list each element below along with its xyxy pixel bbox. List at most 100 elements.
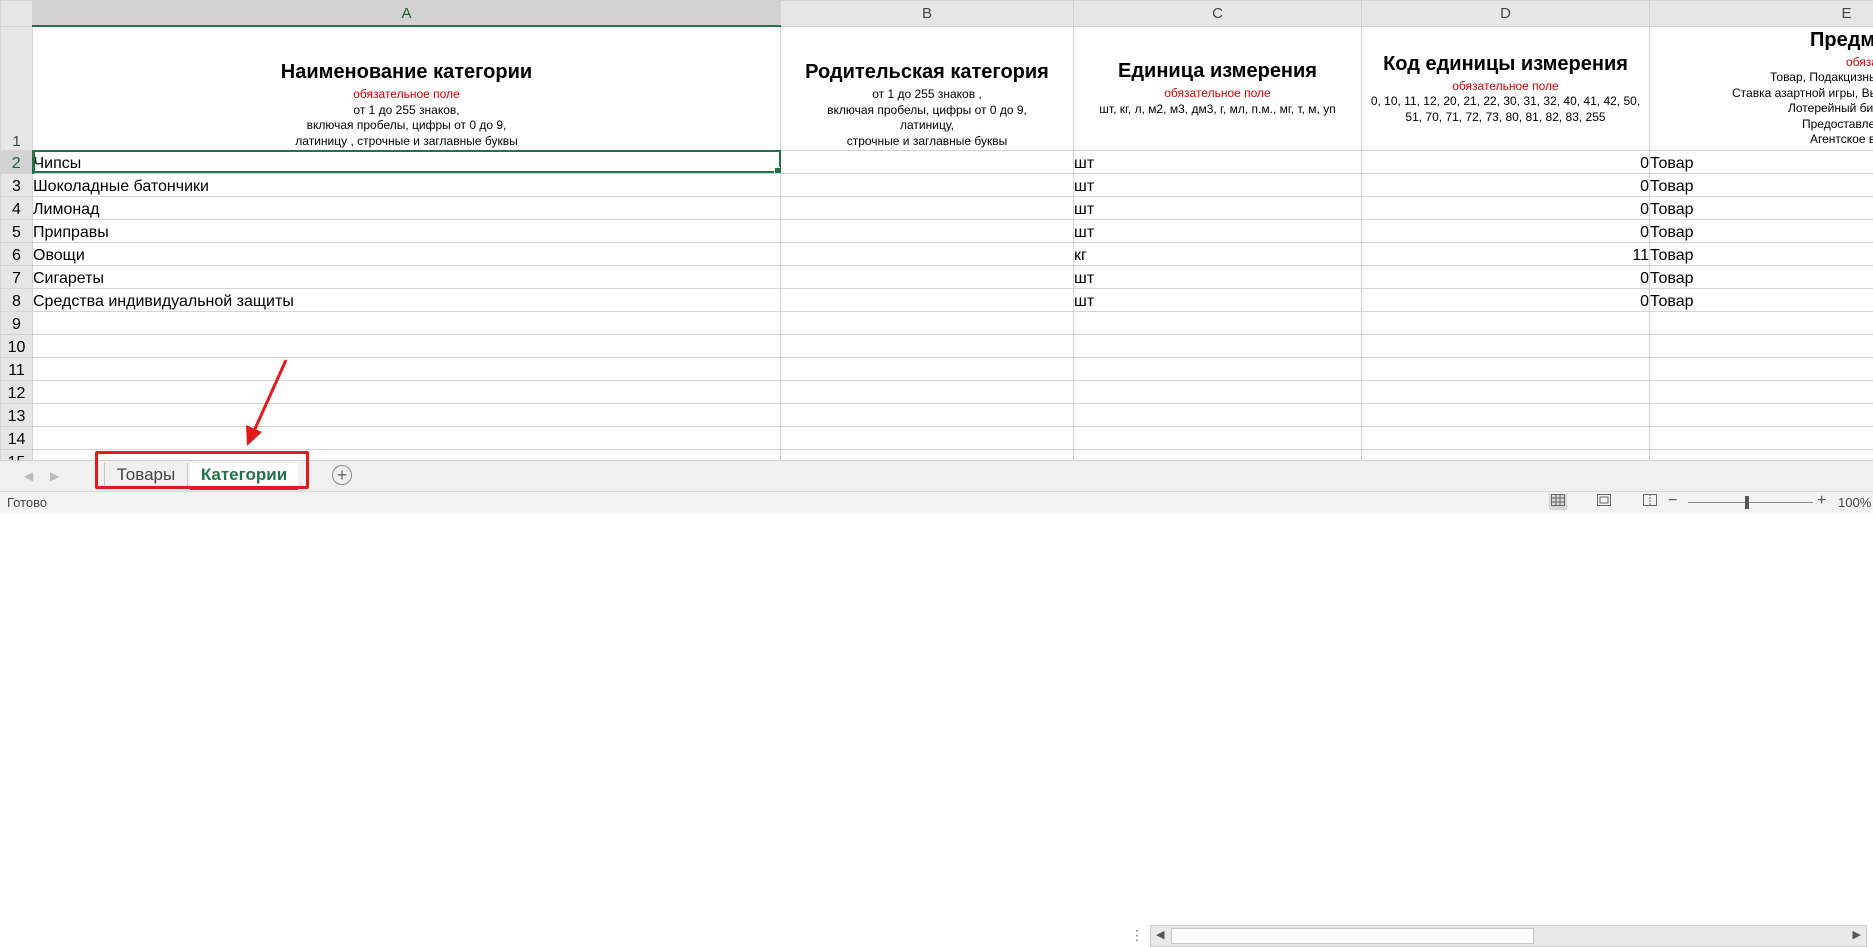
row-header-8[interactable]: 8 [1,288,33,311]
row-header-9[interactable]: 9 [1,311,33,334]
cell-b12[interactable] [781,380,1074,403]
cell-b13[interactable] [781,403,1074,426]
worksheet-grid[interactable]: A B C D E 1 Наименование категории обяза… [0,0,1873,460]
normal-view-button[interactable] [1549,494,1567,510]
cell-c6[interactable]: кг [1074,242,1362,265]
row-header-11[interactable]: 11 [1,357,33,380]
cell-a6[interactable]: Овощи [33,242,781,265]
row-header-5[interactable]: 5 [1,219,33,242]
cell-c12[interactable] [1074,380,1362,403]
cell-b9[interactable] [781,311,1074,334]
cell-e8[interactable]: Товар [1650,288,1873,311]
header-cell-unit[interactable]: Единица измерения обязательное поле шт, … [1074,26,1362,150]
scrollbar-thumb[interactable] [1171,928,1534,944]
scroll-right-icon[interactable]: ▶ [1853,928,1861,941]
row-header-13[interactable]: 13 [1,403,33,426]
row-header-14[interactable]: 14 [1,426,33,449]
cell-b14[interactable] [781,426,1074,449]
cell-a4[interactable]: Лимонад [33,196,781,219]
cell-e11[interactable] [1650,357,1873,380]
cell-a9[interactable] [33,311,781,334]
cell-b3[interactable] [781,173,1074,196]
cell-e4[interactable]: Товар [1650,196,1873,219]
cell-c10[interactable] [1074,334,1362,357]
cell-e5[interactable]: Товар [1650,219,1873,242]
cell-a11[interactable] [33,357,781,380]
cell-a13[interactable] [33,403,781,426]
cell-e6[interactable]: Товар [1650,242,1873,265]
row-header-15[interactable]: 15 [1,449,33,460]
cell-b8[interactable] [781,288,1074,311]
cell-c4[interactable]: шт [1074,196,1362,219]
column-header-d[interactable]: D [1362,1,1650,27]
cell-a14[interactable] [33,426,781,449]
cell-c15[interactable] [1074,449,1362,460]
cell-d9[interactable] [1362,311,1650,334]
cell-e9[interactable] [1650,311,1873,334]
column-header-a[interactable]: A [33,1,781,27]
zoom-level[interactable]: 100% [1838,495,1871,510]
cell-e14[interactable] [1650,426,1873,449]
cell-c8[interactable]: шт [1074,288,1362,311]
select-all-corner[interactable] [1,1,33,27]
zoom-slider[interactable] [1688,502,1813,503]
cell-a5[interactable]: Приправы [33,219,781,242]
row-header-1[interactable]: 1 [1,26,33,150]
cell-d2[interactable]: 0 [1362,150,1650,173]
sheet-tab-categories[interactable]: Категории [190,463,298,490]
cell-a7[interactable]: Сигареты [33,265,781,288]
horizontal-scrollbar[interactable]: ◀ ▶ [1150,925,1867,947]
tab-scroll-right-icon[interactable]: ▶ [50,469,59,483]
cell-d8[interactable]: 0 [1362,288,1650,311]
cell-d4[interactable]: 0 [1362,196,1650,219]
cell-c13[interactable] [1074,403,1362,426]
cell-a15[interactable] [33,449,781,460]
header-cell-category-name[interactable]: Наименование категории обязательное поле… [33,26,781,150]
cell-d15[interactable] [1362,449,1650,460]
cell-e2[interactable]: Товар [1650,150,1873,173]
cell-c3[interactable]: шт [1074,173,1362,196]
cell-b15[interactable] [781,449,1074,460]
cell-e15[interactable] [1650,449,1873,460]
cell-c2[interactable]: шт [1074,150,1362,173]
row-header-2[interactable]: 2 [1,150,33,173]
cell-d7[interactable]: 0 [1362,265,1650,288]
cell-d5[interactable]: 0 [1362,219,1650,242]
cell-a12[interactable] [33,380,781,403]
cell-a8[interactable]: Средства индивидуальной защиты [33,288,781,311]
cell-d3[interactable]: 0 [1362,173,1650,196]
row-header-6[interactable]: 6 [1,242,33,265]
cell-d13[interactable] [1362,403,1650,426]
sheet-tab-goods[interactable]: Товары [104,463,188,488]
column-header-b[interactable]: B [781,1,1074,27]
cell-b5[interactable] [781,219,1074,242]
page-break-button[interactable] [1641,494,1659,510]
row-header-10[interactable]: 10 [1,334,33,357]
header-cell-parent-category[interactable]: Родительская категория от 1 до 255 знако… [781,26,1074,150]
cell-e12[interactable] [1650,380,1873,403]
cell-c9[interactable] [1074,311,1362,334]
tab-scroll-left-icon[interactable]: ◀ [24,469,33,483]
cell-e3[interactable]: Товар [1650,173,1873,196]
zoom-slider-thumb[interactable] [1745,496,1749,509]
cell-b6[interactable] [781,242,1074,265]
cell-d6[interactable]: 11 [1362,242,1650,265]
column-header-c[interactable]: C [1074,1,1362,27]
cell-b10[interactable] [781,334,1074,357]
cell-b4[interactable] [781,196,1074,219]
cell-d14[interactable] [1362,426,1650,449]
row-header-3[interactable]: 3 [1,173,33,196]
cell-e13[interactable] [1650,403,1873,426]
cell-d10[interactable] [1362,334,1650,357]
header-cell-payment-subject[interactable]: Предмет расчёта обязательное поле Товар,… [1650,26,1873,150]
row-header-7[interactable]: 7 [1,265,33,288]
cell-a10[interactable] [33,334,781,357]
cell-c11[interactable] [1074,357,1362,380]
page-layout-button[interactable] [1595,494,1613,510]
cell-c14[interactable] [1074,426,1362,449]
cell-b11[interactable] [781,357,1074,380]
scroll-left-icon[interactable]: ◀ [1156,928,1164,941]
zoom-in-icon[interactable]: + [1817,492,1826,510]
cell-a3[interactable]: Шоколадные батончики [33,173,781,196]
cell-e10[interactable] [1650,334,1873,357]
